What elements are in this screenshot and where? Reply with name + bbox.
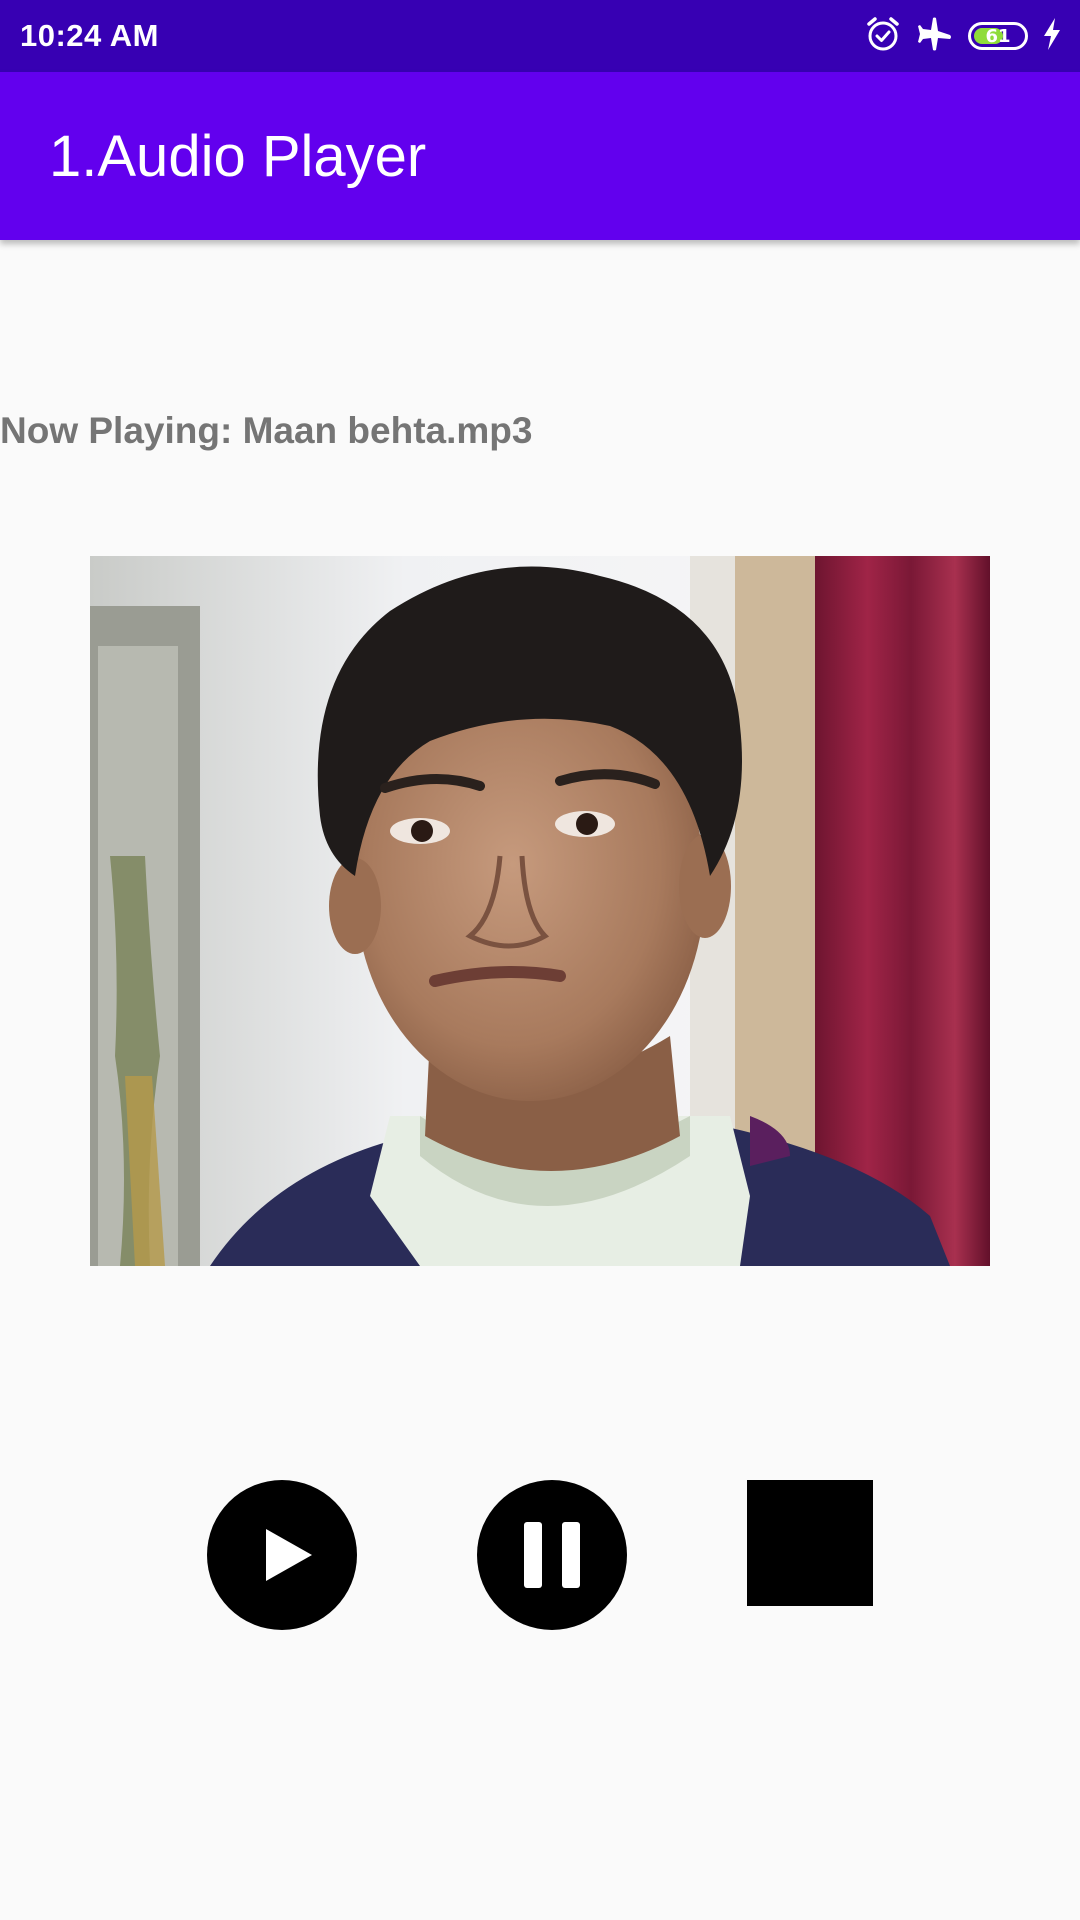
charging-bolt-icon [1042, 17, 1062, 56]
play-icon [207, 1480, 357, 1630]
status-bar: 10:24 AM 61 [0, 0, 1080, 72]
alarm-icon [864, 15, 902, 58]
play-button[interactable] [207, 1480, 357, 1630]
stop-button[interactable] [747, 1480, 873, 1606]
status-time: 10:24 AM [20, 18, 159, 53]
now-playing-label: Now Playing: Maan behta.mp3 [0, 410, 533, 451]
app-title: 1.Audio Player [49, 123, 427, 189]
app-bar: 1.Audio Player [0, 72, 1080, 240]
pause-button[interactable] [477, 1480, 627, 1630]
album-art-photo [90, 556, 990, 1266]
pause-icon [477, 1480, 627, 1630]
airplane-mode-icon [916, 15, 954, 58]
stop-icon [747, 1480, 873, 1606]
battery-level-text: 61 [985, 25, 1011, 47]
status-icons: 61 [864, 15, 1062, 58]
battery-icon: 61 [968, 22, 1028, 50]
